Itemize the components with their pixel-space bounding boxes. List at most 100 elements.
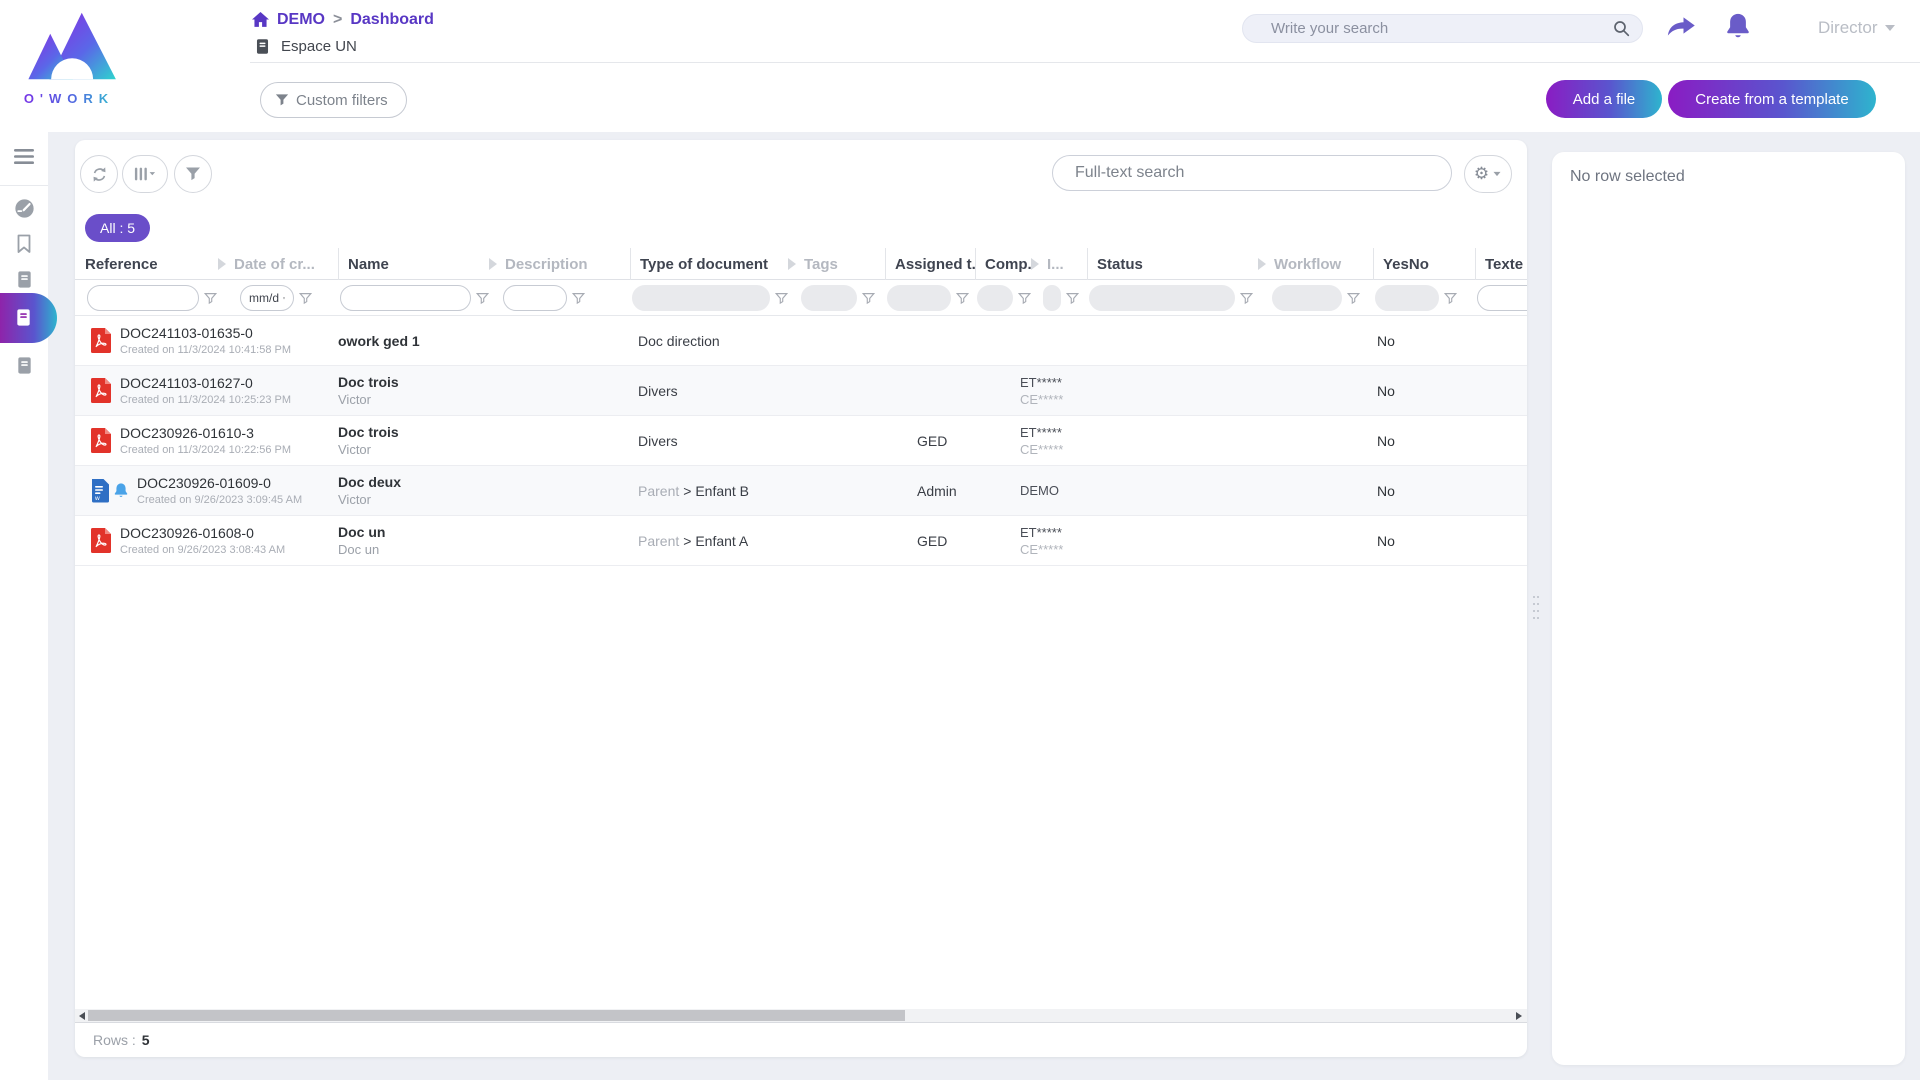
reference-filter-input[interactable] [87,285,199,311]
filter-cell-assigned [885,280,975,316]
funnel-icon [275,93,289,107]
filter-funnel-icon[interactable] [1240,292,1253,305]
notifications-button[interactable] [1724,12,1752,45]
panel-resize-handle[interactable] [1533,596,1541,622]
grid-filter-button[interactable] [174,155,212,193]
detail-panel: No row selected [1552,152,1905,1065]
tags-filter-input[interactable] [801,285,857,311]
i-filter-input[interactable] [1043,285,1061,311]
gear-icon: ⚙ [1474,164,1489,184]
file-pdf-icon [90,527,112,554]
texte-filter-input[interactable] [1477,285,1527,311]
column-chooser-button[interactable] [122,155,168,193]
horizontal-scrollbar[interactable] [75,1009,1527,1022]
filter-funnel-icon[interactable] [862,292,875,305]
search-icon[interactable] [1613,20,1630,37]
document-company: ET***** [1020,375,1031,390]
book-icon [15,270,34,289]
space-book-icon [254,38,271,55]
alert-bell-icon [113,482,129,500]
top-bar: O'WORK DEMO > Dashboard Espace UN [0,0,1920,132]
user-role-menu[interactable]: Director [1818,18,1895,38]
filter-funnel-icon[interactable] [299,292,312,305]
sidebar-item-bookmarks[interactable] [0,234,48,254]
description-filter-input[interactable] [503,285,567,311]
refresh-button[interactable] [80,155,118,193]
column-header-name[interactable]: Name [338,248,489,280]
grid-footer: Rows : 5 [75,1022,1527,1057]
filter-cell-tags [788,280,885,316]
no-row-selected-text: No row selected [1570,168,1887,186]
rows-label: Rows : [93,1032,136,1048]
filter-funnel-icon[interactable] [572,292,585,305]
scroll-left-arrow[interactable] [76,1009,88,1022]
filter-cell-date: mm/d [218,280,338,316]
document-name-sub: Victor [338,392,489,407]
add-file-button[interactable]: Add a file [1546,80,1662,118]
filter-funnel-icon[interactable] [1018,292,1031,305]
calendar-icon [283,292,285,304]
company-filter-input[interactable] [977,285,1013,311]
fulltext-search-input[interactable] [1052,155,1452,191]
filter-funnel-icon[interactable] [1066,292,1079,305]
filter-funnel-icon[interactable] [775,292,788,305]
table-row[interactable]: DOC241103-01627-0 Created on 11/3/2024 1… [75,366,1527,416]
breadcrumb-current[interactable]: Dashboard [350,11,434,29]
table-row[interactable]: DOC241103-01635-0 Created on 11/3/2024 1… [75,316,1527,366]
sidebar-item-archives[interactable] [0,356,48,375]
document-name: Doc trois [338,374,399,390]
app-logo[interactable]: O'WORK [14,8,124,106]
column-header-tags[interactable]: Tags [788,248,885,280]
custom-filters-button[interactable]: Custom filters [260,82,407,118]
document-yesno: No [1373,333,1475,349]
sidebar-toggle-button[interactable] [0,148,48,166]
refresh-icon [90,165,109,184]
table-row[interactable]: w DOC230926-01609-0 Created on 9/26/2023… [75,466,1527,516]
create-from-template-button[interactable]: Create from a template [1668,80,1876,118]
filter-funnel-icon[interactable] [476,292,489,305]
column-header-i[interactable]: I... [1031,248,1087,280]
yesno-filter-input[interactable] [1375,285,1439,311]
column-header-status[interactable]: Status [1087,248,1258,280]
column-header-date[interactable]: Date of cr... [218,248,338,280]
filter-cell-company [975,280,1031,316]
type-filter-input[interactable] [632,285,770,311]
breadcrumb-root[interactable]: DEMO [277,11,325,29]
filter-funnel-icon[interactable] [956,292,969,305]
column-header-description[interactable]: Description [489,248,630,280]
column-header-type[interactable]: Type of document [630,248,788,280]
view-tabs: All : 5 [75,214,1527,242]
document-type: Doc direction [638,333,720,349]
filter-funnel-icon[interactable] [204,292,217,305]
global-search-input[interactable] [1243,20,1613,37]
document-grid-card: ⚙ All : 5 Reference Date of cr... Name D… [75,140,1527,1057]
table-row[interactable]: DOC230926-01608-0 Created on 9/26/2023 3… [75,516,1527,566]
column-header-company[interactable]: Comp... [975,248,1031,280]
column-header-workflow[interactable]: Workflow [1258,248,1373,280]
column-header-assigned[interactable]: Assigned t... [885,248,975,280]
table-row[interactable]: DOC230926-01610-3 Created on 11/3/2024 1… [75,416,1527,466]
document-type-parent: Parent [638,483,679,499]
document-assigned: GED [885,533,975,549]
workflow-filter-input[interactable] [1272,285,1342,311]
file-pdf-icon [90,327,112,354]
share-icon [1666,15,1696,41]
scrollbar-thumb[interactable] [88,1010,905,1021]
column-header-reference[interactable]: Reference [85,248,218,280]
share-button[interactable] [1666,15,1696,44]
scroll-right-arrow[interactable] [1513,1009,1525,1022]
grid-settings-button[interactable]: ⚙ [1464,155,1512,193]
sidebar-item-ged-active[interactable] [0,293,57,343]
filter-funnel-icon[interactable] [1444,292,1457,305]
assigned-filter-input[interactable] [887,285,951,311]
column-header-texte[interactable]: Texte [1475,248,1527,280]
name-filter-input[interactable] [340,285,471,311]
all-rows-badge[interactable]: All : 5 [85,214,150,242]
sidebar-item-dashboard[interactable] [0,198,48,219]
filter-cell-name [338,280,489,316]
status-filter-input[interactable] [1089,285,1235,311]
date-filter-input[interactable]: mm/d [240,285,294,311]
column-header-yesno[interactable]: YesNo [1373,248,1475,280]
filter-funnel-icon[interactable] [1347,292,1360,305]
sidebar-item-documents[interactable] [0,270,48,289]
